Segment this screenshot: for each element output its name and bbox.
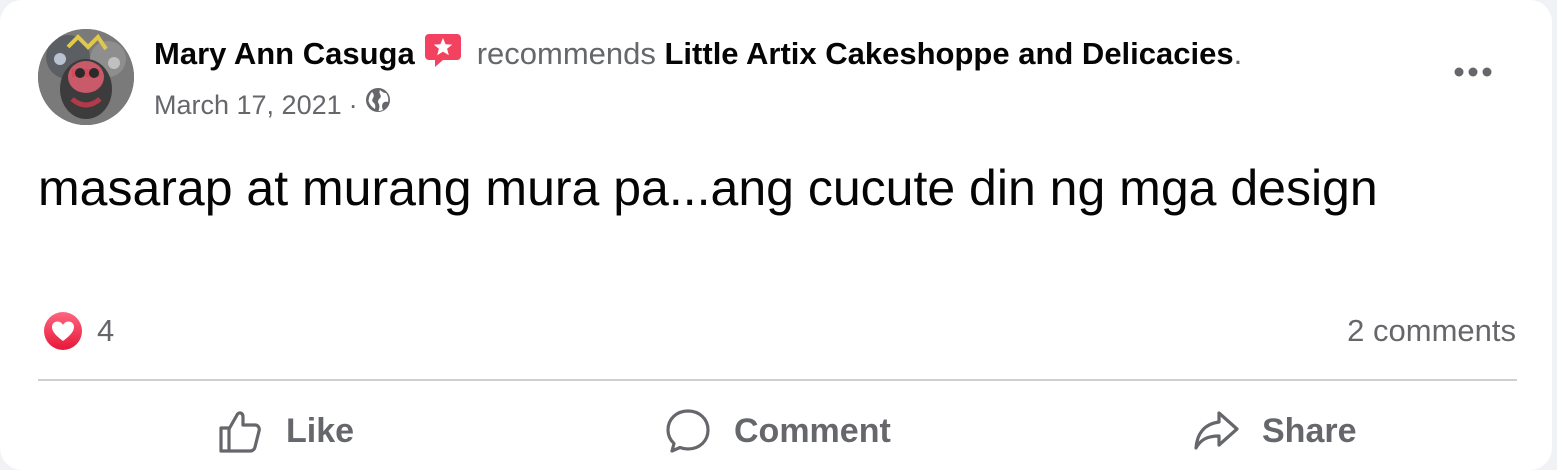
post-header: Mary Ann Casuga recommends Little Artix C…: [154, 30, 1242, 82]
recommend-badge-icon: [423, 30, 463, 82]
share-icon: [1194, 411, 1239, 450]
comment-label: Comment: [734, 411, 891, 450]
author-name[interactable]: Mary Ann Casuga: [154, 36, 415, 71]
reaction-count: 4: [97, 313, 115, 348]
avatar-image: [38, 29, 134, 125]
comments-count-link[interactable]: 2 comments: [1347, 311, 1516, 351]
post-body-text: masarap at murang mura pa...ang cucute d…: [38, 160, 1378, 216]
more-icon: [1454, 67, 1492, 77]
post-date[interactable]: March 17, 2021: [154, 87, 342, 123]
page-name-link[interactable]: Little Artix Cakeshoppe and Delicacies: [665, 36, 1234, 71]
post-card: Mary Ann Casuga recommends Little Artix C…: [0, 0, 1552, 470]
avatar[interactable]: [38, 29, 134, 125]
love-reaction-icon: [42, 310, 84, 352]
globe-icon[interactable]: [364, 86, 392, 123]
comment-button[interactable]: Comment: [664, 402, 891, 460]
actions-divider: [38, 379, 1517, 381]
like-button[interactable]: Like: [216, 402, 354, 460]
share-label: Share: [1262, 411, 1357, 450]
like-label: Like: [286, 411, 355, 450]
header-period: .: [1233, 36, 1243, 71]
post-meta: March 17, 2021 ·: [154, 86, 392, 123]
comment-icon: [666, 409, 710, 453]
like-icon: [219, 411, 261, 453]
recommends-text: recommends: [476, 36, 656, 71]
share-button[interactable]: Share: [1192, 402, 1357, 460]
reactions-summary[interactable]: 4: [41, 309, 114, 353]
more-options-button[interactable]: [1448, 52, 1498, 92]
meta-separator: ·: [348, 89, 358, 120]
